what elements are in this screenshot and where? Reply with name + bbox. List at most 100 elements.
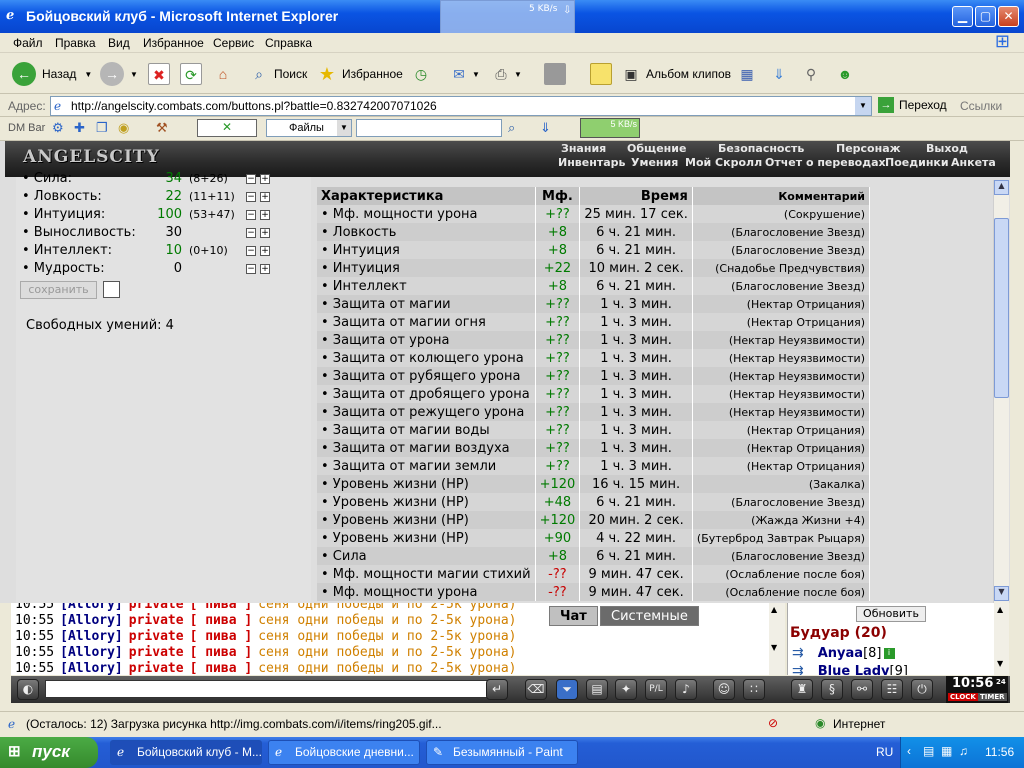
chat-nick[interactable]: [Allory]: [60, 629, 123, 644]
nav-security[interactable]: Безопасность: [718, 142, 804, 155]
plus-icon[interactable]: ✚: [74, 120, 85, 136]
minus-button[interactable]: −: [246, 174, 256, 184]
address-input[interactable]: ℯ http://angelscity.combats.com/buttons.…: [50, 96, 872, 116]
scroll-up-arrow-icon[interactable]: ▲: [994, 180, 1009, 195]
chat-nick[interactable]: [Allory]: [60, 613, 123, 628]
tray-clock[interactable]: 11:56: [985, 745, 1014, 759]
filter-icon[interactable]: ⏷: [556, 679, 578, 700]
download-button[interactable]: ⇓: [768, 62, 790, 86]
tray-expand-icon[interactable]: ‹: [907, 744, 911, 758]
userlist-scrollbar[interactable]: ▲ ▼: [994, 603, 1009, 675]
nav-exit[interactable]: Выход: [926, 142, 968, 155]
user-item[interactable]: ⇉ Blue Lady [9]: [792, 663, 908, 675]
menu-file[interactable]: Файл: [13, 36, 43, 50]
mail-button[interactable]: ✉ ▼: [448, 62, 480, 86]
globe-icon[interactable]: ◉: [118, 120, 129, 136]
fighter-icon[interactable]: ✦: [615, 679, 637, 700]
plus-button[interactable]: +: [260, 192, 270, 202]
plus-button[interactable]: +: [260, 174, 270, 184]
scroll-down-arrow-icon[interactable]: ▼: [997, 659, 1003, 668]
network-icon[interactable]: ▤: [923, 744, 934, 758]
menu-edit[interactable]: Правка: [55, 36, 96, 50]
research-button[interactable]: ⚲: [800, 62, 822, 86]
close-button[interactable]: ✕: [998, 6, 1019, 27]
home-button[interactable]: ⌂: [212, 62, 234, 86]
maximize-button[interactable]: ▢: [975, 6, 996, 27]
music-icon[interactable]: ♪: [675, 679, 697, 700]
scroll-down-arrow-icon[interactable]: ▼: [771, 643, 777, 652]
tab-chat[interactable]: Чат: [549, 606, 598, 626]
popup-blocker-icon[interactable]: ⊘: [768, 716, 778, 730]
stop-button[interactable]: ✖: [148, 62, 170, 86]
search-button[interactable]: ⌕ Поиск: [248, 62, 307, 86]
task-ie-diaries[interactable]: ℯ Бойцовские дневни...: [268, 740, 420, 765]
album-button[interactable]: ▣ Альбом клипов: [620, 62, 731, 86]
scroll-icon[interactable]: §: [821, 679, 843, 700]
start-button[interactable]: ⊞ пуск: [0, 737, 98, 768]
windows-icon[interactable]: ❐: [96, 120, 108, 136]
minus-button[interactable]: −: [246, 192, 256, 202]
tab-system-messages[interactable]: Системные сообщения: [600, 606, 699, 644]
smile-icon[interactable]: ☺: [713, 679, 735, 700]
chat-nick[interactable]: [Allory]: [60, 645, 123, 660]
user-item[interactable]: ⇉ Anyaa [8] i: [792, 645, 895, 661]
chat-input[interactable]: [45, 680, 493, 698]
back-button[interactable]: ← Назад ▼: [12, 62, 92, 86]
tools-icon[interactable]: ⚒: [156, 120, 168, 136]
menu-favorites[interactable]: Избранное: [143, 36, 204, 50]
bag-icon[interactable]: ♜: [791, 679, 813, 700]
files-select[interactable]: Файлы ▼: [266, 119, 352, 137]
plus-button[interactable]: +: [260, 210, 270, 220]
nav-skills[interactable]: Умения: [631, 156, 678, 169]
nav-communication[interactable]: Общение: [627, 142, 686, 155]
messenger-button[interactable]: ☻: [834, 62, 856, 86]
menu-view[interactable]: Вид: [108, 36, 130, 50]
chat-nick[interactable]: [Allory]: [60, 661, 123, 675]
note-button[interactable]: [590, 62, 612, 86]
volume-icon[interactable]: ♫: [959, 744, 968, 758]
dm-status-box[interactable]: ✕: [197, 119, 257, 137]
refresh-button[interactable]: Обновить: [856, 606, 926, 622]
nav-inventory[interactable]: Инвентарь: [558, 156, 625, 169]
menu-help[interactable]: Справка: [265, 36, 312, 50]
plus-button[interactable]: +: [260, 246, 270, 256]
nav-transfer-report[interactable]: Отчет о переводах: [765, 156, 886, 169]
print-button[interactable]: ⎙ ▼: [490, 62, 522, 86]
send-icon[interactable]: ↵: [486, 679, 508, 700]
exit-icon[interactable]: ⏻: [911, 679, 933, 700]
translit-icon[interactable]: ∷: [743, 679, 765, 700]
task-ie-club[interactable]: ℯ Бойцовский клуб - M...: [110, 740, 262, 765]
eraser-icon[interactable]: ⌫: [525, 679, 547, 700]
menu-tools[interactable]: Сервис: [213, 36, 254, 50]
nav-character[interactable]: Персонаж: [836, 142, 901, 155]
dm-search-input[interactable]: [356, 119, 502, 137]
save-checkbox[interactable]: [103, 281, 120, 298]
scroll-thumb[interactable]: [994, 218, 1009, 398]
nav-battles[interactable]: Поединки: [885, 156, 949, 169]
info-icon[interactable]: i: [883, 647, 895, 659]
private-message-icon[interactable]: ⇉: [792, 645, 804, 661]
minimize-button[interactable]: ▁: [952, 6, 973, 27]
pl-icon[interactable]: P/L: [645, 679, 667, 700]
chevron-down-icon[interactable]: ▼: [855, 97, 871, 115]
search-icon[interactable]: ⌕: [508, 120, 515, 136]
private-message-icon[interactable]: ⇉: [792, 663, 804, 675]
people-icon[interactable]: ☷: [881, 679, 903, 700]
chat-mode-icon[interactable]: ◐: [17, 679, 39, 700]
edit-button[interactable]: [544, 62, 566, 86]
history-button[interactable]: ◷: [410, 62, 432, 86]
go-button[interactable]: → Переход: [878, 97, 947, 113]
dm-icon[interactable]: ⚙: [52, 120, 64, 136]
plus-button[interactable]: +: [260, 228, 270, 238]
minus-button[interactable]: −: [246, 264, 256, 274]
download-icon[interactable]: ⇓: [540, 120, 551, 136]
save-button[interactable]: сохранить: [20, 281, 97, 299]
refresh-button[interactable]: ⟳: [180, 62, 202, 86]
links-button[interactable]: Ссылки: [960, 99, 1002, 113]
minus-button[interactable]: −: [246, 210, 256, 220]
nav-profile[interactable]: Анкета: [951, 156, 996, 169]
favorites-button[interactable]: ★ Избранное: [316, 62, 403, 86]
task-paint[interactable]: ✎ Безымянный - Paint: [426, 740, 578, 765]
nav-my-scroll[interactable]: Мой Скролл: [685, 156, 762, 169]
screenshot-button[interactable]: ▦: [736, 62, 758, 86]
